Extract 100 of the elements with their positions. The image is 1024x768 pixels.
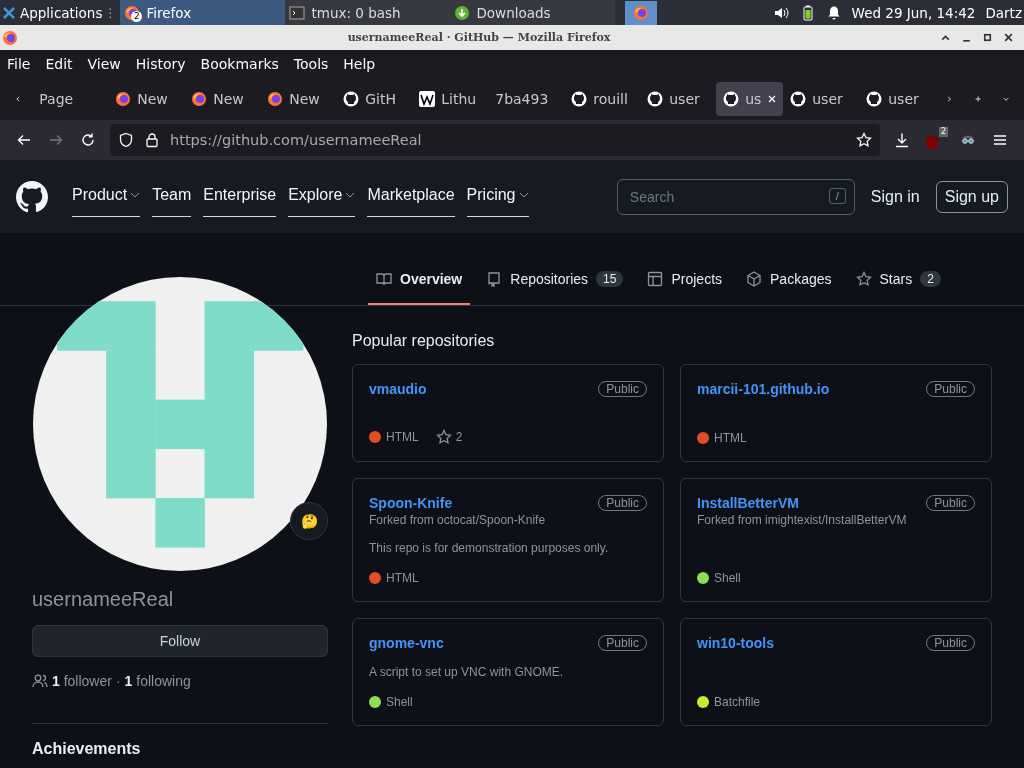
firefox-icon xyxy=(267,91,284,107)
sign-up-button[interactable]: Sign up xyxy=(935,180,1008,213)
browser-tab[interactable]: user xyxy=(783,82,860,116)
github-icon xyxy=(571,91,588,107)
repository-link[interactable]: vmaudio xyxy=(369,381,427,397)
chevron-down-icon xyxy=(130,192,141,198)
github-logo-icon[interactable] xyxy=(16,180,48,213)
following-link[interactable]: 1 following xyxy=(124,673,191,689)
profile-tab[interactable]: Projects xyxy=(639,255,731,305)
browser-tab[interactable]: New xyxy=(184,82,261,116)
menu-item[interactable]: Help xyxy=(343,56,376,72)
github-icon xyxy=(343,91,360,107)
language-name: Batchfile xyxy=(714,695,761,709)
window-title: usernameeReal · GitHub — Mozilla Firefox xyxy=(346,31,612,44)
people-icon xyxy=(32,673,48,689)
fork-source: Forked from imightexist/InstallBetterVM xyxy=(697,513,908,527)
close-tab-icon[interactable] xyxy=(767,94,778,104)
keyboard-shortcut-hint: / xyxy=(828,187,846,204)
browser-tab[interactable]: user xyxy=(640,82,717,116)
shield-icon xyxy=(118,132,134,148)
github-icon xyxy=(790,91,807,107)
clock[interactable]: Wed 29 Jun, 14:42 xyxy=(851,4,976,21)
nav-link[interactable]: Explore xyxy=(288,176,356,217)
firefox-icon xyxy=(633,4,650,21)
repository-link[interactable]: gnome-vnc xyxy=(369,635,444,651)
profile-tab[interactable]: Packages xyxy=(738,255,840,305)
nav-link[interactable]: Product xyxy=(72,176,141,217)
browser-tab[interactable]: user xyxy=(859,82,936,116)
repository-link[interactable]: Spoon-Knife xyxy=(369,495,453,511)
browser-tab[interactable]: New xyxy=(108,82,185,116)
applications-menu[interactable]: Applications xyxy=(0,4,105,21)
status-emoji[interactable]: 🤔 xyxy=(290,502,328,540)
menu-item[interactable]: Bookmarks xyxy=(200,56,279,72)
download-icon[interactable] xyxy=(894,132,910,148)
reload-icon[interactable] xyxy=(80,132,96,148)
browser-tab[interactable]: rouill xyxy=(564,82,641,116)
firefox-icon xyxy=(2,29,18,46)
menu-icon[interactable] xyxy=(992,132,1008,148)
profile-tab[interactable]: Repositories 15 xyxy=(478,255,632,305)
repository-link[interactable]: marcii-101.github.io xyxy=(697,381,830,397)
back-icon[interactable] xyxy=(16,132,32,148)
language-name: Shell xyxy=(714,571,741,585)
username: usernameeReal xyxy=(32,588,175,611)
browser-tab[interactable]: Page xyxy=(32,82,109,116)
browser-tab[interactable]: us xyxy=(716,82,784,116)
shield-extension-icon xyxy=(924,135,940,151)
language-name: Shell xyxy=(386,695,413,709)
section-heading: Popular repositories xyxy=(352,332,496,350)
count-badge: 15 xyxy=(596,271,624,287)
browser-tab[interactable]: GitH xyxy=(336,82,413,116)
user-name[interactable]: Dartz xyxy=(985,4,1022,21)
nav-link[interactable]: Team xyxy=(152,176,192,217)
star-count[interactable]: 2 xyxy=(455,430,463,444)
menu-item[interactable]: Edit xyxy=(45,56,73,72)
extension-badge: 2 xyxy=(938,127,948,137)
sign-in-link[interactable]: Sign in xyxy=(870,187,920,206)
firefox-launcher[interactable] xyxy=(625,0,658,25)
language-name: HTML xyxy=(386,571,419,585)
browser-tab[interactable]: 7ba493 xyxy=(488,82,565,116)
separator-dots: ⋮ xyxy=(104,5,117,20)
browser-tab[interactable]: Lithu xyxy=(412,82,489,116)
profile-tab[interactable]: Overview xyxy=(368,255,471,305)
nav-link[interactable]: Enterprise xyxy=(203,176,277,217)
separator-dot: · xyxy=(115,673,121,689)
repository-link[interactable]: win10-tools xyxy=(697,635,774,651)
menu-item[interactable]: History xyxy=(135,56,186,72)
menu-item[interactable]: Tools xyxy=(293,56,329,72)
follow-button[interactable]: Follow xyxy=(32,625,328,657)
star-icon xyxy=(855,271,872,287)
chevron-down-icon xyxy=(518,192,529,198)
github-icon xyxy=(866,91,883,107)
chevron-up-icon[interactable] xyxy=(940,32,951,43)
repository-icon xyxy=(486,271,503,287)
package-icon xyxy=(746,271,763,287)
extension-button[interactable]: 2 xyxy=(922,127,948,153)
nav-link[interactable]: Pricing xyxy=(466,176,529,217)
repository-description: A script to set up VNC with GNOME. xyxy=(369,665,565,679)
window-count-badge: 2 xyxy=(131,10,143,22)
address-bar[interactable]: https://github.com/usernameeReal xyxy=(110,124,880,156)
repository-link[interactable]: InstallBetterVM xyxy=(697,495,799,511)
lock-icon xyxy=(144,132,160,148)
profile-tab[interactable]: Stars 2 xyxy=(847,255,949,305)
bookmark-star-icon[interactable] xyxy=(856,132,872,148)
repository-description: This repo is for demonstration purposes only. xyxy=(369,541,610,555)
browser-tab[interactable]: New xyxy=(260,82,337,116)
taskbar-button[interactable]: tmux: 0 bash xyxy=(285,0,451,25)
language-name: HTML xyxy=(386,430,419,444)
achievements-heading: Achievements xyxy=(32,740,142,758)
firefox-icon xyxy=(115,91,132,107)
xfce-icon xyxy=(2,5,16,20)
menu-item[interactable]: View xyxy=(87,56,121,72)
taskbar-button[interactable]: 2 Firefox xyxy=(120,0,286,25)
nav-link[interactable]: Marketplace xyxy=(367,176,455,217)
download-icon xyxy=(454,4,471,21)
forward-icon[interactable] xyxy=(48,132,64,148)
menu-item[interactable]: File xyxy=(7,56,31,72)
taskbar-button[interactable]: Downloads xyxy=(450,0,616,25)
maximize-icon[interactable] xyxy=(982,32,993,43)
close-icon[interactable] xyxy=(1003,32,1014,43)
followers-link[interactable]: 1 follower xyxy=(52,673,112,689)
